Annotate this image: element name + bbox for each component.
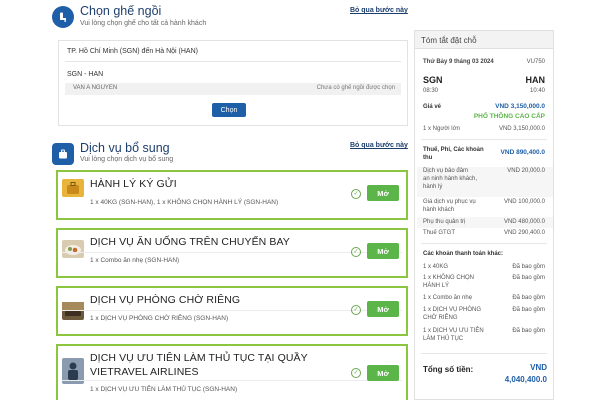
total-value: 4,040,400.0 xyxy=(504,375,547,384)
fare-label: Giá vé xyxy=(423,104,442,110)
fee-value: VND 100,000.0 xyxy=(503,199,545,205)
seat-selection-panel: TP. Hồ Chí Minh (SGN) đến Hà Nội (HAN) S… xyxy=(58,40,408,126)
services-skip-link[interactable]: Bỏ qua bước này xyxy=(350,142,408,149)
departure-time: 08:30 xyxy=(423,88,439,94)
extra-label: 1 x KHÔNG CHỌN xyxy=(423,275,475,281)
fee-value: VND 480,000.0 xyxy=(503,219,545,225)
extra-label: 1 x Combo ăn nhẹ xyxy=(423,295,473,301)
meal-thumbnail xyxy=(62,240,84,258)
check-circle-icon: ✓ xyxy=(351,305,361,315)
service-title: DỊCH VỤ ƯU TIÊN LÀM THỦ TỤC TẠI QUẦY VIE… xyxy=(90,352,308,378)
extra-value: Đã bao gồm xyxy=(512,328,545,334)
total-label: Tổng số tiền: xyxy=(423,365,474,374)
taxes-value: VND 890,400.0 xyxy=(500,149,545,156)
divider xyxy=(62,380,402,381)
extra-value: Đã bao gồm xyxy=(512,307,545,313)
seat-section-title: Chọn ghế ngồi xyxy=(80,4,162,18)
booking-page: Chọn ghế ngồi Vui lòng chọn ghế cho tất … xyxy=(0,0,600,400)
extra-value: Đã bao gồm xyxy=(512,275,545,281)
luggage-icon xyxy=(52,143,74,165)
total-currency: VND xyxy=(530,363,547,372)
open-lounge-button[interactable]: Mở xyxy=(367,301,399,317)
extra-label: 1 x 40KG xyxy=(423,264,449,270)
service-title: HÀNH LÝ KÝ GỬI xyxy=(90,178,177,190)
adult-label: 1 x Người lớn xyxy=(423,126,460,132)
divider xyxy=(421,139,547,140)
divider xyxy=(421,353,547,354)
extra-label: 1 x DỊCH VỤ ƯU TIÊN xyxy=(423,328,484,334)
check-circle-icon: ✓ xyxy=(351,368,361,378)
extra-label: HÀNH LÝ xyxy=(423,283,450,289)
divider xyxy=(65,61,401,62)
origin-code: SGN xyxy=(423,75,443,85)
extra-label: CHỜ RIÊNG xyxy=(423,315,458,321)
fee-label: Dịch vụ bảo đảm xyxy=(423,168,469,174)
fare-class: PHỔ THÔNG CAO CẤP xyxy=(473,113,545,120)
service-description: 1 x 40KG (SGN-HAN), 1 x KHÔNG CHỌN HÀNH … xyxy=(90,199,279,206)
adult-value: VND 3,150,000.0 xyxy=(498,126,545,132)
taxes-label-line2: thu xyxy=(423,155,433,161)
seat-icon xyxy=(52,6,74,28)
service-description: 1 x Combo ăn nhẹ (SGN-HAN) xyxy=(90,257,180,264)
flight-date: Thứ Bảy 9 tháng 03 2024 xyxy=(423,59,494,65)
passenger-row[interactable]: VAN A NGUYEN Chưa có ghế ngồi được chọn xyxy=(65,83,401,95)
extra-label: LÀM THỦ TỤC xyxy=(423,336,464,342)
choose-seat-button[interactable]: Chọn xyxy=(212,103,246,117)
taxes-label-line1: Thuế, Phí, Các khoản xyxy=(423,147,484,153)
service-title: DỊCH VỤ PHÒNG CHỜ RIÊNG xyxy=(90,294,241,306)
extra-value: Đã bao gồm xyxy=(512,264,545,270)
open-priority-checkin-button[interactable]: Mở xyxy=(367,365,399,381)
service-card-lounge: DỊCH VỤ PHÒNG CHỜ RIÊNG 1 x DỊCH VỤ PHÒN… xyxy=(56,286,408,336)
service-title: DỊCH VỤ ĂN UỐNG TRÊN CHUYẾN BAY xyxy=(90,236,290,248)
seat-section-subtitle: Vui lòng chọn ghế cho tất cả hành khách xyxy=(80,20,207,27)
check-circle-icon: ✓ xyxy=(351,247,361,257)
service-card-meals: DỊCH VỤ ĂN UỐNG TRÊN CHUYẾN BAY 1 x Comb… xyxy=(56,228,408,278)
arrival-time: 10:40 xyxy=(529,88,545,94)
fee-value: VND 20,000.0 xyxy=(507,168,545,174)
services-section-title: Dịch vụ bổ sung xyxy=(80,141,170,155)
fare-value: VND 3,150,000.0 xyxy=(495,103,545,110)
fee-value: VND 290,400.0 xyxy=(503,230,545,236)
other-payments-label: Các khoản thanh toán khác: xyxy=(423,251,504,257)
extra-label: 1 x DỊCH VỤ PHÒNG xyxy=(423,307,482,313)
fee-label: Giá dịch vụ phục vụ xyxy=(423,199,476,205)
service-card-priority-checkin: DỊCH VỤ ƯU TIÊN LÀM THỦ TỤC TẠI QUẦY VIE… xyxy=(56,344,408,400)
fee-label: hành khách xyxy=(423,207,455,213)
service-card-baggage: HÀNH LÝ KÝ GỬI 1 x 40KG (SGN-HAN), 1 x K… xyxy=(56,170,408,220)
check-circle-icon: ✓ xyxy=(351,189,361,199)
fee-label: Thuế GTGT xyxy=(423,230,456,236)
fee-label: Phụ thu quản trị xyxy=(423,219,466,225)
extra-value: Đã bao gồm xyxy=(512,295,545,301)
service-description: 1 x DỊCH VỤ PHÒNG CHỜ RIÊNG (SGN-HAN) xyxy=(90,315,229,322)
booking-summary: Tóm tắt đặt chỗ Thứ Bảy 9 tháng 03 2024 … xyxy=(414,30,554,400)
baggage-thumbnail xyxy=(62,179,84,197)
flight-number: VU750 xyxy=(526,59,545,65)
service-description: 1 x DỊCH VỤ ƯU TIÊN LÀM THỦ TỤC (SGN-HAN… xyxy=(90,386,238,393)
seat-status: Chưa có ghế ngồi được chọn xyxy=(316,85,395,91)
destination-code: HAN xyxy=(525,75,546,85)
seat-skip-link[interactable]: Bỏ qua bước này xyxy=(350,7,408,14)
fee-label: hành lý xyxy=(423,184,443,190)
passenger-name: VAN A NGUYEN xyxy=(73,85,118,91)
summary-title: Tóm tắt đặt chỗ xyxy=(415,31,553,49)
seat-route: TP. Hồ Chí Minh (SGN) đến Hà Nội (HAN) xyxy=(67,48,198,55)
open-baggage-button[interactable]: Mở xyxy=(367,185,399,201)
lounge-thumbnail xyxy=(62,302,84,320)
services-section-subtitle: Vui lòng chọn dịch vụ bổ sung xyxy=(80,156,174,163)
seat-segment: SGN - HAN xyxy=(67,71,104,78)
fee-label: an ninh hành khách, xyxy=(423,176,478,182)
open-meals-button[interactable]: Mở xyxy=(367,243,399,259)
divider xyxy=(421,243,547,244)
